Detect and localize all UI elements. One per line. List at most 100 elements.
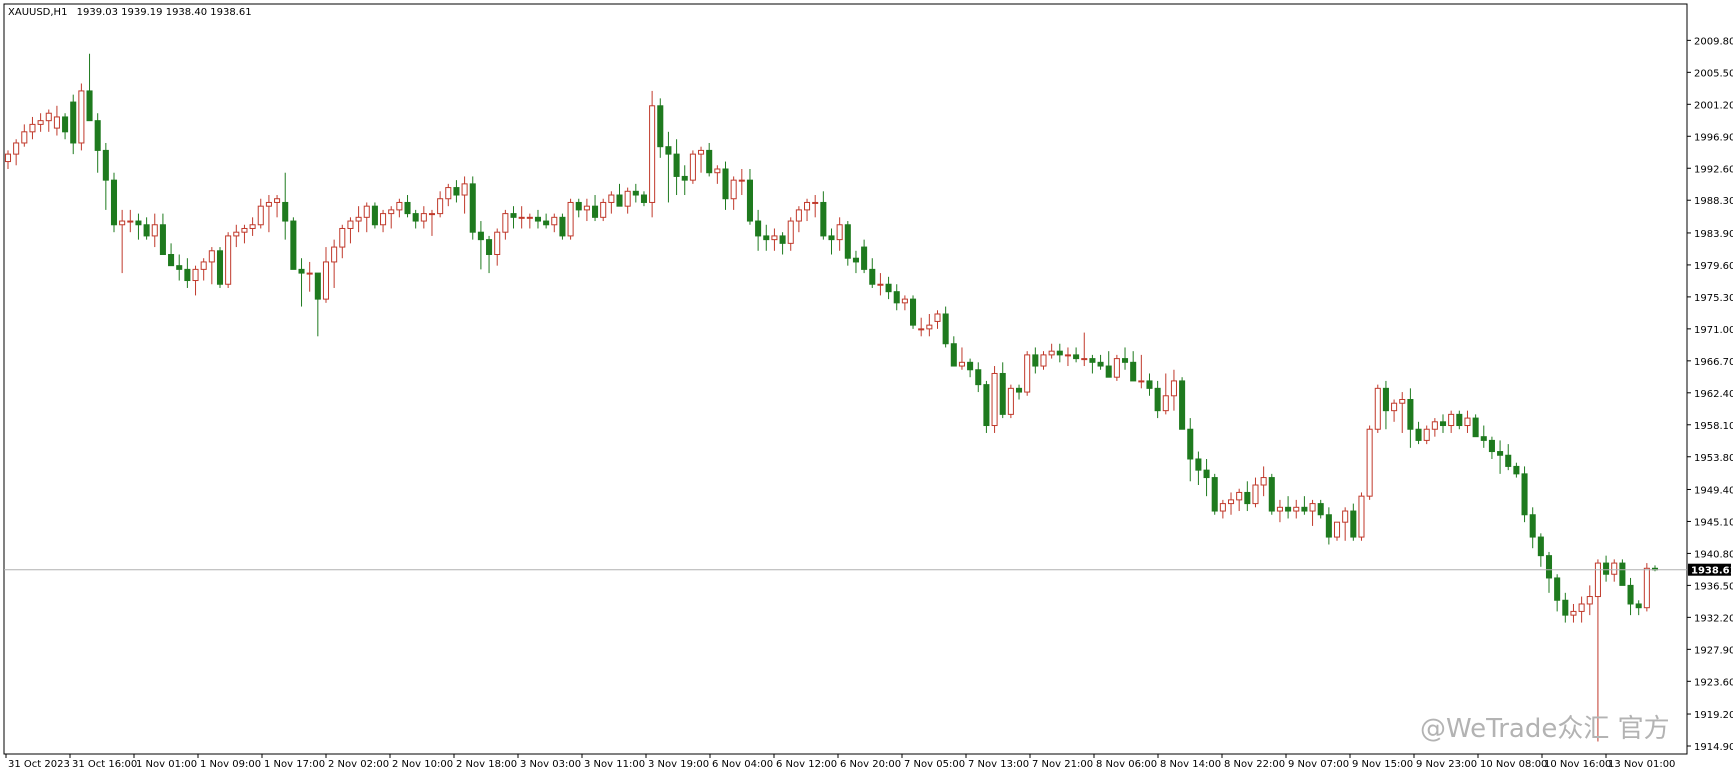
candle-body (722, 168, 729, 200)
candle-body (347, 220, 354, 229)
candle-body (371, 205, 378, 226)
x-tick-label: 7 Nov 13:00 (968, 759, 1029, 770)
candle-body (1317, 503, 1324, 516)
candle-body (763, 235, 770, 241)
candle-body (13, 142, 20, 155)
candle-body (1236, 491, 1243, 501)
candle-body (836, 224, 843, 241)
y-tick-label: 1962.40 (1694, 389, 1733, 400)
candle-body (877, 283, 884, 286)
ohlc-text: 1939.03 1939.19 1938.40 1938.61 (77, 7, 252, 18)
x-tick-label: 3 Nov 19:00 (648, 759, 709, 770)
candle-body (274, 198, 281, 203)
candle-body (469, 183, 476, 233)
candle-body (1545, 555, 1553, 579)
candle-body (200, 261, 207, 270)
candle-body (298, 268, 305, 274)
candle-body (1366, 428, 1373, 497)
candle-body (828, 235, 835, 241)
candle-body (730, 179, 737, 200)
candle-body (1138, 380, 1145, 383)
y-tick-label: 1983.90 (1694, 229, 1733, 240)
candle-body (885, 283, 892, 293)
candle-body (616, 194, 623, 207)
candle-body (290, 220, 297, 270)
candle-body (1203, 469, 1210, 479)
candle-body (1097, 361, 1104, 367)
candle-body (486, 239, 493, 256)
candle-body (632, 190, 639, 196)
candle-body (706, 149, 713, 174)
candle-body (1562, 599, 1569, 616)
candle-body (1064, 354, 1071, 357)
candle (991, 366, 998, 433)
candle-body (1227, 499, 1235, 505)
candle-body (543, 220, 550, 226)
candle-body (1073, 354, 1080, 360)
candle-body (159, 224, 166, 256)
watermark-text: @WeTrade众汇 官方 (1420, 714, 1670, 744)
candle-body (62, 116, 69, 133)
candle-body (1089, 358, 1096, 363)
y-tick-label: 1919.20 (1694, 710, 1733, 721)
candle-body (1293, 506, 1300, 512)
candle (469, 176, 476, 240)
candle-body (1195, 458, 1202, 471)
x-tick-label: 31 Oct 16:00 (72, 759, 137, 770)
candle-body (657, 105, 664, 148)
candle-body (306, 272, 313, 275)
candle-body (127, 220, 134, 223)
candle-body (1016, 387, 1023, 393)
candle-body (412, 213, 419, 222)
candle (1179, 377, 1186, 430)
candle-body (1024, 354, 1031, 393)
x-tick-label: 10 Nov 16:00 (1544, 759, 1611, 770)
candle-body (681, 175, 688, 181)
y-tick-label: 1923.60 (1694, 677, 1733, 688)
x-tick-label: 9 Nov 23:00 (1416, 759, 1477, 770)
chart-background (0, 0, 1733, 777)
candle-body (991, 372, 998, 427)
candle-body (102, 149, 109, 181)
candle-body (1611, 562, 1618, 575)
candle-body (787, 220, 794, 244)
candle (1619, 559, 1626, 586)
y-tick-label: 1945.10 (1694, 517, 1733, 528)
candle-body (551, 216, 558, 226)
candle-body (1488, 439, 1495, 453)
candle-body (1537, 536, 1544, 557)
candle-body (445, 187, 452, 200)
candle-body (1603, 562, 1610, 575)
y-tick-label: 1992.60 (1694, 164, 1733, 175)
candle-body (575, 201, 582, 211)
candle-body (1643, 567, 1650, 609)
candle-body (265, 201, 272, 207)
y-tick-label: 1932.20 (1694, 613, 1733, 624)
candle (1268, 473, 1275, 515)
y-tick-label: 1958.10 (1694, 421, 1733, 432)
candle-body (1448, 413, 1455, 427)
candle-body (1497, 451, 1504, 456)
candle-body (901, 298, 908, 304)
y-tick-label: 2005.50 (1694, 68, 1733, 79)
candle-body (559, 216, 566, 237)
candle-body (249, 224, 256, 229)
candle-body (1358, 495, 1365, 538)
candle-body (428, 213, 436, 216)
candle (567, 198, 574, 240)
candle-body (151, 224, 158, 237)
x-tick-label: 1 Nov 17:00 (264, 759, 325, 770)
candle (1007, 384, 1014, 419)
candlestick-chart: 2009.80 2005.50 2001.20 1996.90 1992.60 1988.… (0, 0, 1733, 777)
candle-body (1179, 380, 1186, 430)
candle-body (738, 179, 745, 182)
candle-body (1505, 454, 1512, 467)
x-tick-label: 8 Nov 14:00 (1160, 759, 1221, 770)
candle-body (714, 168, 721, 174)
y-tick-label: 1996.90 (1694, 132, 1733, 143)
x-tick-label: 6 Nov 04:00 (712, 759, 773, 770)
candle-body (21, 131, 28, 144)
candle-body (1407, 398, 1414, 430)
candle-body (1480, 436, 1487, 441)
candle (1374, 384, 1381, 433)
